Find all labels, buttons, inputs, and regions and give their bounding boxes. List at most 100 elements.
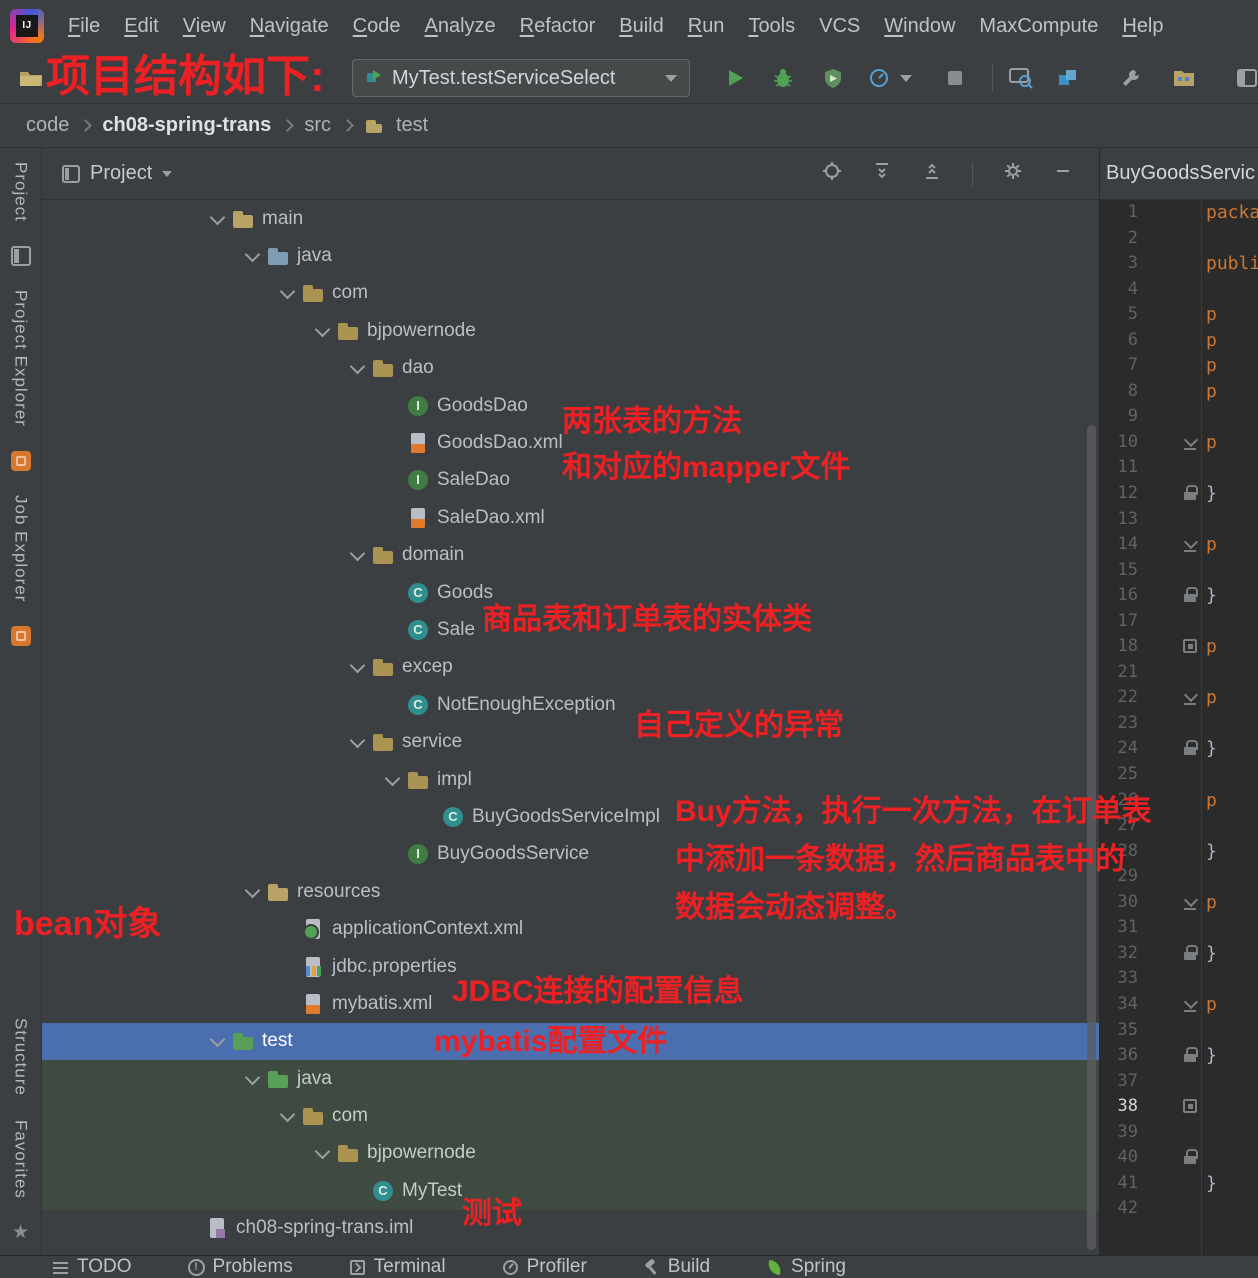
tree-item-NotEnoughException[interactable]: NotEnoughException [42, 686, 1099, 723]
tree-item-impl[interactable]: impl [42, 761, 1099, 798]
gutter-marker-icon[interactable] [1182, 689, 1198, 706]
expand-all-button[interactable] [872, 161, 892, 186]
plugin-orange-icon[interactable] [10, 626, 31, 647]
chevron-expanded-icon[interactable] [345, 543, 371, 567]
gutter-lock-icon[interactable] [1182, 740, 1198, 756]
menu-item-code[interactable]: Code [341, 10, 413, 43]
gutter-lock-icon[interactable] [1182, 1149, 1198, 1165]
status-item-problems[interactable]: Problems [187, 1256, 293, 1278]
tree-item-Goods[interactable]: Goods [42, 574, 1099, 611]
chevron-expanded-icon[interactable] [205, 207, 231, 231]
open-folder-icon[interactable] [18, 67, 44, 89]
menu-item-help[interactable]: Help [1110, 10, 1175, 43]
chevron-down-icon[interactable] [162, 171, 173, 182]
chevron-expanded-icon[interactable] [240, 244, 266, 268]
tree-item-bjpowernode[interactable]: bjpowernode [42, 1134, 1099, 1173]
tool-button-structure[interactable]: Structure [11, 1018, 31, 1096]
gutter-lock-icon[interactable] [1182, 485, 1198, 501]
tree-item-com[interactable]: com [42, 1097, 1099, 1135]
status-item-profiler[interactable]: Profiler [502, 1256, 587, 1278]
gutter-box-icon[interactable] [1182, 1098, 1198, 1114]
chevron-expanded-icon[interactable] [240, 880, 266, 904]
chevron-expanded-icon[interactable] [275, 281, 301, 305]
panel-settings-button[interactable] [1003, 161, 1023, 186]
tool-button-project-explorer[interactable]: Project Explorer [11, 290, 31, 427]
breadcrumb-item-src[interactable]: src [304, 114, 331, 137]
menu-item-run[interactable]: Run [676, 10, 737, 43]
menu-item-build[interactable]: Build [607, 10, 675, 43]
gutter-marker-icon[interactable] [1182, 434, 1198, 450]
tool-button-favorites[interactable]: Favorites [11, 1120, 31, 1199]
tree-item-excep[interactable]: excep [42, 649, 1099, 686]
gutter-box-icon[interactable] [1182, 638, 1198, 654]
chevron-expanded-icon[interactable] [310, 319, 336, 343]
plugin-orange-icon[interactable] [10, 450, 31, 471]
project-structure-button[interactable] [1172, 67, 1196, 89]
gutter-marker-icon[interactable] [1182, 894, 1198, 910]
menu-item-navigate[interactable]: Navigate [238, 10, 341, 43]
chevron-expanded-icon[interactable] [205, 1029, 231, 1053]
project-panel-title[interactable]: Project [90, 162, 152, 185]
tree-item-java[interactable]: java [42, 237, 1099, 274]
stop-button[interactable] [944, 67, 966, 89]
status-item-terminal[interactable]: Terminal [349, 1256, 446, 1278]
tree-item-dao[interactable]: dao [42, 350, 1099, 387]
menu-item-analyze[interactable]: Analyze [412, 10, 507, 43]
menu-item-maxcompute[interactable]: MaxCompute [967, 10, 1110, 43]
tool-button-job-explorer[interactable]: Job Explorer [11, 495, 31, 602]
menu-item-view[interactable]: View [171, 10, 238, 43]
menu-item-refactor[interactable]: Refactor [508, 10, 608, 43]
gutter-lock-icon[interactable] [1182, 1047, 1198, 1063]
profiler-dropdown[interactable] [900, 68, 912, 88]
tree-item-com[interactable]: com [42, 275, 1099, 312]
status-item-todo[interactable]: TODO [52, 1256, 132, 1278]
chevron-expanded-icon[interactable] [345, 655, 371, 679]
tree-item-ch08-spring-trans.iml[interactable]: ch08-spring-trans.iml [42, 1210, 1099, 1247]
hide-panel-button[interactable] [1053, 161, 1073, 186]
breadcrumb-item-test[interactable]: test [396, 114, 428, 137]
profiler-button[interactable] [868, 67, 890, 89]
chevron-expanded-icon[interactable] [345, 356, 371, 380]
editor-body[interactable]: 1 packa 2 3 publi 4 5 p 6 p 7 p 8 p 9 10 p 11 12} 13 14 p 15 16… [1100, 200, 1258, 1255]
terminal-toolbar-button[interactable] [1236, 67, 1258, 89]
attach-search-button[interactable] [1008, 66, 1034, 90]
tool-button-project[interactable]: Project [11, 162, 31, 222]
status-item-spring[interactable]: Spring [766, 1256, 846, 1278]
debug-button[interactable] [772, 67, 794, 89]
tree-item-GoodsDao[interactable]: GoodsDao [42, 387, 1099, 424]
star-icon[interactable]: ★ [11, 1223, 31, 1243]
tree-item-service[interactable]: service [42, 723, 1099, 760]
gutter-marker-icon[interactable] [1182, 536, 1198, 553]
tree-item-domain[interactable]: domain [42, 537, 1099, 574]
coverage-button[interactable] [822, 67, 844, 89]
gutter-lock-icon[interactable] [1182, 944, 1198, 961]
menu-item-vcs[interactable]: VCS [807, 10, 872, 43]
tool-window-icon[interactable] [10, 245, 31, 266]
tree-item-Sale[interactable]: Sale [42, 611, 1099, 648]
run-button[interactable] [724, 67, 746, 89]
menu-item-edit[interactable]: Edit [112, 10, 170, 43]
gutter-marker-icon[interactable] [1182, 996, 1198, 1012]
menu-item-tools[interactable]: Tools [736, 10, 807, 43]
breadcrumb-item-code[interactable]: code [26, 114, 69, 137]
tree-item-SaleDao[interactable]: SaleDao [42, 462, 1099, 499]
tree-item-BuyGoodsService[interactable]: BuyGoodsService [42, 836, 1099, 873]
menu-item-file[interactable]: File [56, 10, 112, 43]
tree-item-bjpowernode[interactable]: bjpowernode [42, 312, 1099, 349]
breadcrumb-item-ch08-spring-trans[interactable]: ch08-spring-trans [102, 114, 271, 137]
chevron-expanded-icon[interactable] [380, 768, 406, 792]
locate-file-button[interactable] [822, 161, 842, 186]
tree-item-test[interactable]: test [42, 1022, 1099, 1060]
tree-item-jdbc.properties[interactable]: jdbc.properties [42, 948, 1099, 985]
chevron-expanded-icon[interactable] [275, 1104, 301, 1128]
collapse-all-button[interactable] [922, 161, 942, 186]
chevron-expanded-icon[interactable] [240, 1067, 266, 1091]
tree-item-mybatis.xml[interactable]: mybatis.xml [42, 985, 1099, 1022]
tree-item-java[interactable]: java [42, 1059, 1099, 1098]
tree-scrollbar[interactable] [1087, 425, 1096, 1250]
tree-item-applicationContext.xml[interactable]: applicationContext.xml [42, 910, 1099, 947]
tree-item-GoodsDao.xml[interactable]: GoodsDao.xml [42, 424, 1099, 461]
tree-item-BuyGoodsServiceImpl[interactable]: BuyGoodsServiceImpl [42, 798, 1099, 835]
tree-item-resources[interactable]: resources [42, 873, 1099, 910]
run-config-select[interactable]: MyTest.testServiceSelect [352, 59, 690, 97]
